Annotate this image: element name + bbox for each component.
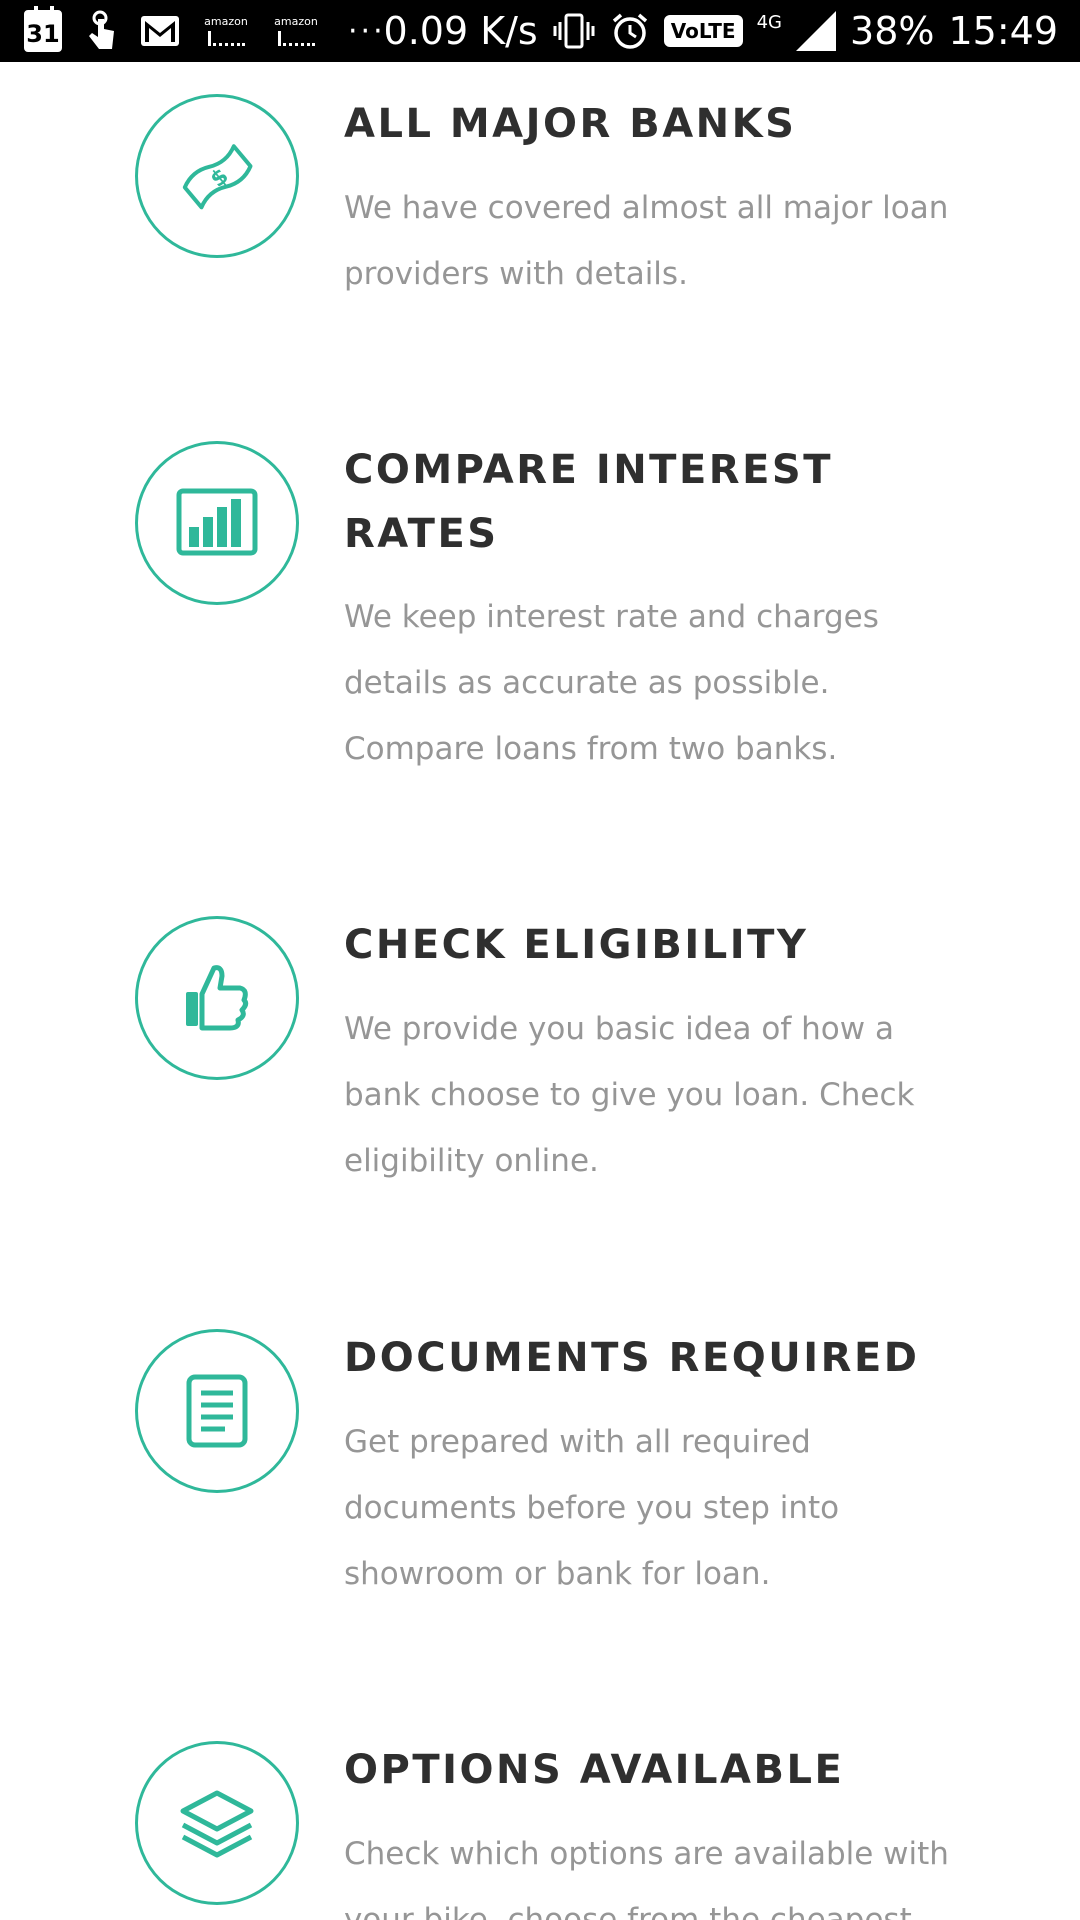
feature-description: We have covered almost all major loan pr… (344, 190, 949, 292)
network-type: 4G (756, 11, 783, 33)
battery-level: 38% (850, 9, 935, 53)
more-notifications-icon: ··· (348, 13, 386, 49)
document-icon (186, 1374, 248, 1448)
feature-icon-circle (135, 1741, 299, 1905)
feature-description: Check which options are available with y… (344, 1836, 949, 1920)
amazon-label: amazon (274, 15, 318, 28)
feature-description: Get prepared with all required documents… (344, 1424, 840, 1592)
clock: 15:49 (948, 9, 1058, 53)
feature-title: OPTIONS AVAILABLE (344, 1747, 845, 1793)
vibrate-icon (553, 13, 595, 49)
status-bar: 31 amazon amazon ··· 0.09 K/s VoLTE 4G 3… (0, 0, 1080, 62)
volte-badge: VoLTE (663, 15, 743, 47)
feature-icon-circle (135, 916, 299, 1080)
amazon-icon: amazon (272, 11, 320, 51)
network-speed: 0.09 K/s (383, 9, 538, 53)
amazon-icon: amazon (202, 11, 250, 51)
feature-title: DOCUMENTS REQUIRED (344, 1335, 920, 1381)
feature-description: We keep interest rate and charges detail… (344, 599, 879, 767)
touch-icon (89, 10, 114, 49)
feature-title: CHECK ELIGIBILITY (344, 922, 809, 968)
alarm-icon (612, 13, 647, 49)
feature-item: OPTIONS AVAILABLE Check which options ar… (0, 1708, 1080, 1920)
feature-title: COMPARE INTEREST RATES (344, 447, 834, 557)
signal-icon (796, 11, 837, 51)
calendar-day: 31 (26, 20, 60, 48)
feature-icon-circle (135, 1329, 299, 1493)
money-bill-icon: $ (182, 144, 253, 210)
feature-icon-circle (135, 441, 299, 605)
gmail-icon (141, 16, 179, 46)
thumbs-up-icon (186, 965, 249, 1031)
layers-icon (180, 1790, 254, 1858)
feature-title: ALL MAJOR BANKS (344, 101, 797, 147)
amazon-label: amazon (204, 15, 248, 28)
feature-description: We provide you basic idea of how a bank … (344, 1011, 915, 1179)
calendar-icon: 31 (24, 6, 62, 52)
feature-icon-circle: $ (135, 94, 299, 258)
bar-chart-icon (176, 488, 258, 556)
